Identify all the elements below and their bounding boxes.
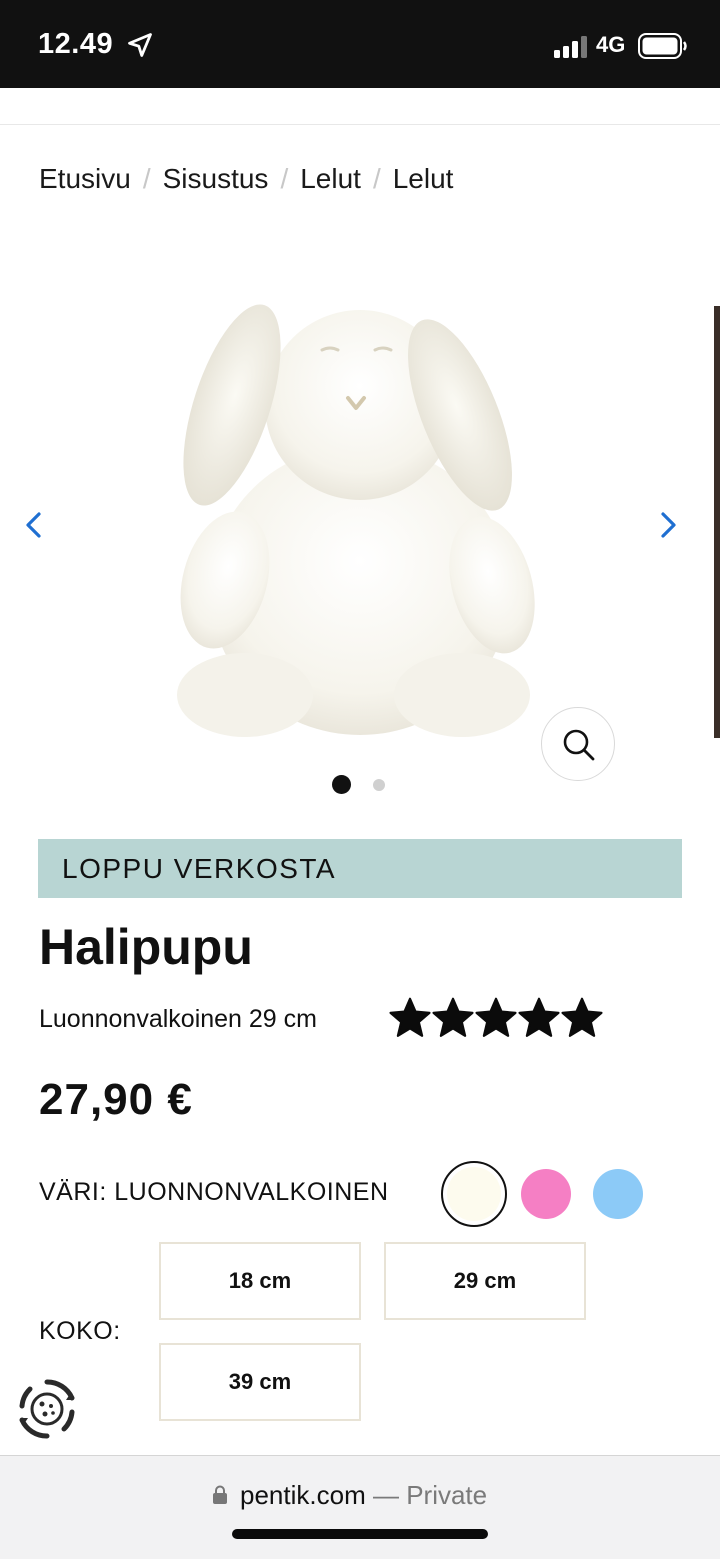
star-icon: [561, 997, 603, 1037]
color-swatch-blue[interactable]: [593, 1169, 643, 1219]
breadcrumb-lelut-current[interactable]: Lelut: [393, 163, 454, 194]
breadcrumb: Etusivu / Sisustus / Lelut / Lelut: [39, 163, 453, 195]
address-bar[interactable]: pentik.com — Private: [212, 1480, 487, 1511]
next-slide-preview: [714, 306, 720, 738]
product-variant: Luonnonvalkoinen 29 cm: [39, 1005, 317, 1033]
home-indicator: [232, 1529, 488, 1539]
size-option-39cm[interactable]: 39 cm: [159, 1343, 361, 1421]
size-option-29cm[interactable]: 29 cm: [384, 1242, 586, 1320]
chevron-left-icon[interactable]: [22, 510, 46, 540]
availability-text: LOPPU VERKOSTA: [62, 853, 337, 884]
breadcrumb-lelut[interactable]: Lelut: [300, 163, 361, 194]
battery-icon: [638, 33, 687, 59]
breadcrumb-sisustus[interactable]: Sisustus: [163, 163, 269, 194]
header-divider: [0, 124, 720, 125]
availability-banner: LOPPU VERKOSTA: [38, 839, 682, 898]
breadcrumb-separator: /: [142, 163, 151, 194]
carousel-dot[interactable]: [373, 779, 385, 791]
color-label: VÄRI: LUONNONVALKOINEN: [39, 1178, 389, 1206]
star-icon: [518, 997, 560, 1037]
rating-stars[interactable]: [388, 996, 603, 1042]
size-label: KOKO:: [39, 1317, 121, 1345]
color-swatch-luonnonvalkoinen[interactable]: [441, 1161, 507, 1227]
lock-icon: [213, 1485, 227, 1504]
size-option-18cm[interactable]: 18 cm: [159, 1242, 361, 1320]
star-icon: [475, 997, 517, 1037]
cookie-settings-icon[interactable]: [14, 1376, 80, 1442]
zoom-button[interactable]: [541, 707, 615, 781]
breadcrumb-etusivu[interactable]: Etusivu: [39, 163, 131, 194]
status-bar: 12.49 4G: [0, 0, 720, 88]
product-title: Halipupu: [39, 919, 253, 975]
breadcrumb-separator: /: [280, 163, 289, 194]
carousel-dot-active[interactable]: [332, 775, 351, 794]
product-price: 27,90 €: [39, 1075, 193, 1124]
carousel-pagination: [332, 775, 392, 795]
product-image-carousel[interactable]: [0, 300, 720, 750]
browser-bottom-bar: pentik.com — Private: [0, 1455, 720, 1559]
status-time: 12.49: [38, 28, 114, 60]
private-label: — Private: [372, 1480, 488, 1510]
star-icon: [389, 997, 431, 1037]
url-host: pentik.com: [240, 1480, 366, 1510]
magnifier-icon: [563, 729, 595, 761]
breadcrumb-separator: /: [372, 163, 381, 194]
color-swatch-pink[interactable]: [521, 1169, 571, 1219]
color-swatch-fill: [447, 1167, 501, 1221]
network-type: 4G: [596, 32, 626, 57]
chevron-right-icon[interactable]: [656, 510, 680, 540]
star-icon: [432, 997, 474, 1037]
product-image-bunny[interactable]: [170, 300, 550, 745]
signal-bars-icon: [554, 36, 587, 58]
location-arrow-icon: [128, 33, 152, 57]
